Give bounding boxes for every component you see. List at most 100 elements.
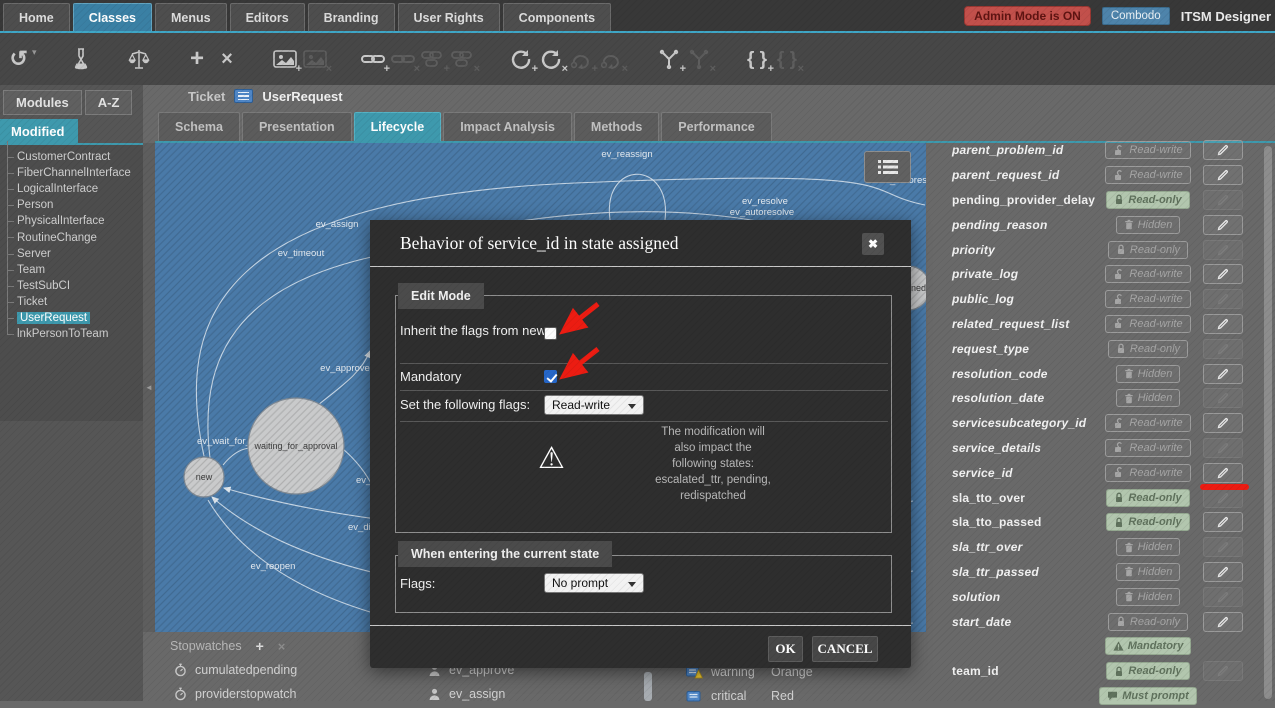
pending_provider_delay-edit-button[interactable] [1203, 190, 1243, 210]
private_log-edit-button[interactable] [1203, 264, 1243, 284]
diagram-menu-button[interactable] [864, 151, 911, 183]
breadcrumb: Ticket UserRequest [188, 87, 343, 105]
lock-open-icon [1113, 269, 1125, 280]
transitions-scrollbar[interactable] [644, 672, 652, 701]
pencil-icon [1217, 219, 1229, 231]
resolution_date-edit-button[interactable] [1203, 388, 1243, 408]
flags-select[interactable]: No prompt [544, 573, 644, 593]
nav-tab-user-rights[interactable]: User Rights [398, 3, 500, 31]
tab-lifecycle[interactable]: Lifecycle [354, 112, 442, 141]
cancel-button[interactable]: CANCEL [812, 636, 878, 662]
sidebar-item-userrequest[interactable]: UserRequest [0, 310, 143, 326]
tab-impact-analysis[interactable]: Impact Analysis [443, 112, 572, 141]
stopwatch-delete-icon[interactable]: × [278, 639, 286, 654]
scales-icon[interactable] [124, 41, 154, 77]
sidebar-item-testsubci[interactable]: TestSubCI [0, 278, 143, 294]
flag-badge-hidden: Hidden [1116, 216, 1181, 234]
set-flags-select[interactable]: Read-write [544, 395, 644, 415]
stopwatch-item-cumulatedpending[interactable]: cumulatedpending [174, 663, 297, 677]
resolution_code-edit-button[interactable] [1203, 364, 1243, 384]
sidebar-item-routinechange[interactable]: RoutineChange [0, 229, 143, 245]
sidebar-splitter[interactable]: ◄ [143, 143, 155, 632]
sidebar-tab-az[interactable]: A-Z [85, 90, 133, 115]
braces-add-icon[interactable]: { }+ [742, 41, 772, 77]
sidebar-tab-modified[interactable]: Modified [0, 119, 78, 143]
sla_ttr_over-edit-button[interactable] [1203, 537, 1243, 557]
ok-button[interactable]: OK [768, 636, 803, 662]
related_request_list-edit-button[interactable] [1203, 314, 1243, 334]
branch-add-icon[interactable]: + [654, 41, 684, 77]
nav-tab-menus[interactable]: Menus [155, 3, 227, 31]
sidebar-item-fiberchannelinterface[interactable]: FiberChannelInterface [0, 165, 143, 181]
cycle-remove-icon[interactable]: × [536, 41, 566, 77]
sidebar-item-logicalinterface[interactable]: LogicalInterface [0, 181, 143, 197]
flag-badge-column: Read-only [1105, 340, 1191, 358]
flag-badge-read-write: Read-write [1105, 464, 1190, 482]
service_id-edit-button[interactable] [1203, 463, 1243, 483]
nav-tab-components[interactable]: Components [503, 3, 611, 31]
state-node-new[interactable]: new [184, 457, 224, 497]
request_type-edit-button[interactable] [1203, 339, 1243, 359]
undo-icon[interactable]: ↺▾ [8, 41, 38, 77]
parent_request_id-edit-button[interactable] [1203, 165, 1243, 185]
tab-methods[interactable]: Methods [574, 112, 659, 141]
sidebar-item-server[interactable]: Server [0, 246, 143, 262]
flag-label: Read-only [1128, 492, 1181, 504]
sidebar-tab-modules[interactable]: Modules [3, 90, 82, 115]
sidebar-item-customercontract[interactable]: CustomerContract [0, 149, 143, 165]
stopwatch-add-icon[interactable]: + [256, 638, 264, 654]
mandatory-checkbox[interactable] [544, 370, 557, 383]
tab-schema[interactable]: Schema [158, 112, 240, 141]
service_details-edit-button[interactable] [1203, 438, 1243, 458]
sidebar-item-physicalinterface[interactable]: PhysicalInterface [0, 213, 143, 229]
solution-edit-button[interactable] [1203, 587, 1243, 607]
pending_reason-edit-button[interactable] [1203, 215, 1243, 235]
team_id-edit-button[interactable] [1203, 661, 1243, 681]
sidebar-item-lnkpersontoteam[interactable]: lnkPersonToTeam [0, 326, 143, 342]
inherit-checkbox[interactable] [544, 327, 557, 340]
field-row-service_details: service_detailsRead-write [945, 436, 1263, 461]
lock-open-icon [1113, 145, 1125, 156]
public_log-edit-button[interactable] [1203, 289, 1243, 309]
field-row-request_type: request_type Read-only [945, 336, 1263, 361]
nav-tab-home[interactable]: Home [3, 3, 70, 31]
links-add-icon: + [418, 41, 448, 77]
sidebar-item-team[interactable]: Team [0, 262, 143, 278]
flask-icon[interactable] [66, 41, 96, 77]
nav-tab-classes[interactable]: Classes [73, 3, 152, 31]
nav-tab-editors[interactable]: Editors [230, 3, 305, 31]
fields-scrollbar[interactable] [1264, 146, 1272, 699]
delete-icon[interactable]: × [212, 41, 242, 77]
lock-closed-icon [1114, 492, 1124, 503]
stopwatch-item-providerstopwatch[interactable]: providerstopwatch [174, 687, 296, 701]
field-name: request_type [952, 342, 1029, 356]
parent_problem_id-edit-button[interactable] [1203, 140, 1243, 160]
link-add-icon[interactable]: + [358, 41, 388, 77]
tab-performance[interactable]: Performance [661, 112, 771, 141]
priority-edit-button[interactable] [1203, 240, 1243, 260]
sidebar-item-label: Person [17, 199, 53, 211]
nav-tab-branding[interactable]: Branding [308, 3, 395, 31]
sla_ttr_passed-edit-button[interactable] [1203, 562, 1243, 582]
stopwatch-label: providerstopwatch [195, 687, 296, 701]
breadcrumb-parent-class[interactable]: Ticket [188, 89, 225, 104]
state-node-waiting_for_approval[interactable]: waiting_for_approval [248, 398, 344, 494]
tab-presentation[interactable]: Presentation [242, 112, 352, 141]
field-name: parent_request_id [952, 168, 1059, 182]
sidebar-item-ticket[interactable]: Ticket [0, 294, 143, 310]
close-icon[interactable]: ✖ [862, 233, 884, 255]
sla_tto_passed-edit-button[interactable] [1203, 512, 1243, 532]
field-name: priority [952, 243, 995, 257]
servicesubcategory_id-edit-button[interactable] [1203, 413, 1243, 433]
start_date-edit-button[interactable] [1203, 612, 1243, 632]
flag-label: Hidden [1138, 541, 1173, 553]
title-divider [370, 266, 911, 267]
annotation-underline [1200, 484, 1249, 490]
undo-caret-icon[interactable]: ▾ [32, 47, 37, 58]
add-icon[interactable]: + [182, 41, 212, 77]
sla_tto_over-edit-button[interactable] [1203, 488, 1243, 508]
image-add-icon[interactable]: + [270, 41, 300, 77]
sidebar-item-person[interactable]: Person [0, 197, 143, 213]
transition-item-ev_assign[interactable]: ev_assign [428, 687, 505, 701]
cycle-add-icon[interactable]: + [506, 41, 536, 77]
